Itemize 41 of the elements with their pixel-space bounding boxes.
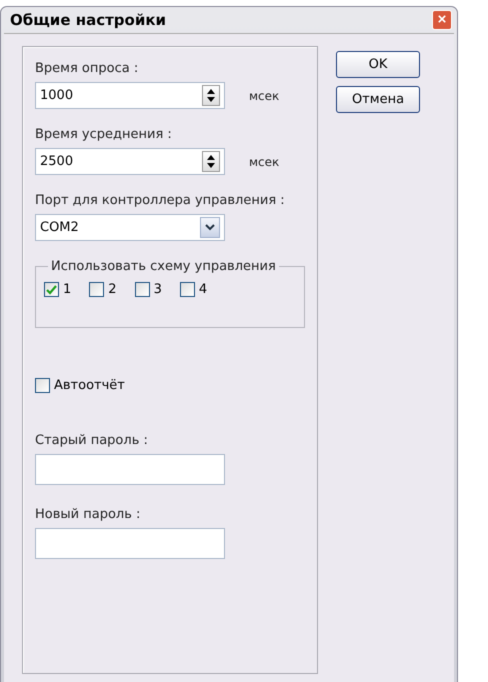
scheme-checkbox[interactable]: 3 [134,282,162,297]
field-value: 2500 [40,154,74,169]
checkbox[interactable] [35,378,50,393]
spin-field[interactable]: 1000 [35,82,225,109]
chevron-down-icon [205,224,215,231]
checkbox[interactable] [180,282,195,297]
password-field[interactable] [35,528,225,559]
dropdown-value: COM2 [40,220,79,235]
checkbox-label: 1 [63,282,72,297]
spin-field[interactable]: 2500 [35,148,225,175]
port-dropdown[interactable]: COM2 [35,214,225,241]
checkbox[interactable] [89,282,104,297]
checkbox-label: Автоотчёт [54,378,125,393]
checkbox-label: 3 [154,282,162,297]
scheme-checkbox[interactable]: 1 [44,282,72,297]
autoreport-checkbox[interactable]: Автоотчёт [35,378,305,393]
dialog-button[interactable]: OK [336,51,420,78]
field-value: 1000 [40,88,74,103]
field-label: Порт для контроллера управления : [35,193,286,208]
checkbox-label: 2 [108,282,117,297]
field-label: Новый пароль : [35,507,142,522]
password-field[interactable] [35,454,225,485]
scheme-checkbox[interactable]: 2 [89,282,117,297]
dropdown-button[interactable] [200,217,220,238]
scheme-checkbox[interactable]: 4 [180,282,208,297]
up-down-arrows-icon [206,154,216,169]
field-label: Время усреднения : [35,127,173,142]
dialog-button[interactable]: Отмена [336,86,420,113]
checkbox[interactable] [134,282,150,297]
spin-button[interactable] [202,85,220,106]
unit-label: мсек [249,154,280,168]
spin-button[interactable] [202,151,220,172]
unit-label: мсек [249,88,280,102]
checkbox-label: 4 [198,282,208,297]
close-button[interactable]: × [432,10,452,30]
window-title: Общие настройки [10,11,166,29]
group-legend: Использовать схему управления [48,259,279,274]
field-label: Старый пароль : [35,433,149,448]
checkbox[interactable] [44,282,59,297]
up-down-arrows-icon [206,88,216,103]
field-label: Время опроса : [35,61,140,76]
